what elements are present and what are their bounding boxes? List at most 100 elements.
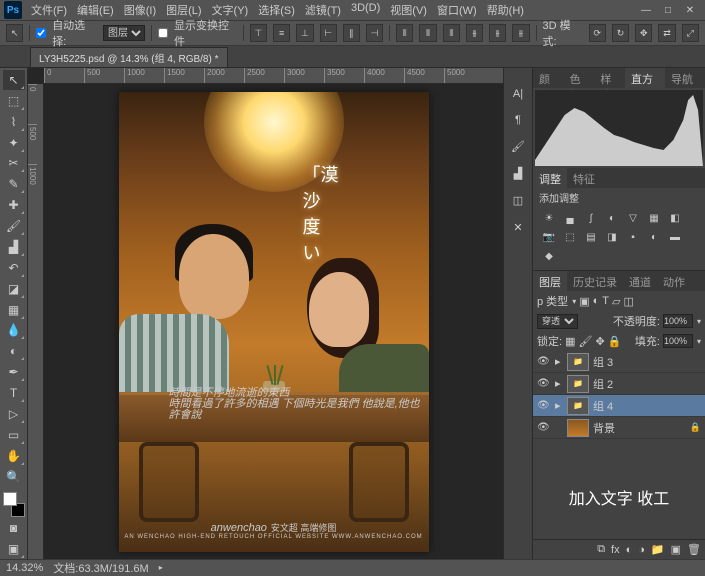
crop-tool-icon[interactable]: ✂ (3, 154, 25, 174)
tab-layers[interactable]: 图层 (533, 271, 567, 291)
brush-tool-icon[interactable]: 🖌 (3, 216, 25, 236)
fill-input[interactable] (663, 334, 693, 348)
layer-row[interactable]: 👁 ▸ 📁 组 2 (533, 373, 705, 395)
3d-slide-icon[interactable]: ⇄ (658, 24, 675, 42)
align-vcenter-icon[interactable]: ≡ (273, 24, 290, 42)
magic-wand-tool-icon[interactable]: ✦ (3, 133, 25, 153)
document-tab[interactable]: LY3H5225.psd @ 14.3% (组 4, RGB/8) * (30, 47, 228, 67)
maximize-icon[interactable]: □ (661, 3, 675, 17)
auto-select-target[interactable]: 图层 (103, 25, 145, 41)
new-group-icon[interactable]: 📁 (651, 543, 665, 556)
quickmask-icon[interactable]: ◙ (3, 518, 25, 538)
adj-hue-icon[interactable]: ▦ (646, 211, 662, 225)
lock-transparent-icon[interactable]: ▦ (565, 335, 575, 348)
new-layer-icon[interactable]: ▣ (671, 543, 681, 556)
menu-window[interactable]: 窗口(W) (434, 0, 480, 20)
clone-panel-icon[interactable]: ▟ (514, 167, 522, 180)
auto-select-checkbox[interactable] (36, 28, 46, 38)
adj-gradient-map-icon[interactable]: ▬ (667, 230, 683, 244)
layer-name[interactable]: 背景 (593, 420, 615, 436)
tab-navigator[interactable]: 导航器 (665, 68, 705, 88)
minimize-icon[interactable]: — (639, 3, 653, 17)
canvas[interactable]: 0500100015002000250030003500400045005000… (28, 68, 503, 559)
dodge-tool-icon[interactable]: ◐ (3, 341, 25, 361)
menu-filter[interactable]: 滤镜(T) (302, 0, 344, 20)
adj-levels-icon[interactable]: ▄ (562, 211, 578, 225)
zoom-tool-icon[interactable]: 🔍 (3, 467, 25, 487)
layer-fx-icon[interactable]: fx (611, 544, 620, 556)
stamp-tool-icon[interactable]: ▟ (3, 237, 25, 257)
filter-pixel-icon[interactable]: ▣ (579, 295, 589, 308)
close-icon[interactable]: ✕ (683, 3, 697, 17)
adj-channel-mixer-icon[interactable]: ⬚ (562, 230, 578, 244)
adj-photo-filter-icon[interactable]: 📷 (541, 230, 557, 244)
menu-image[interactable]: 图像(I) (121, 0, 159, 20)
3d-scale-icon[interactable]: ⤢ (682, 24, 699, 42)
screenmode-icon[interactable]: ▣ (3, 539, 25, 559)
new-adjustment-icon[interactable]: ◑ (638, 544, 645, 556)
move-tool-icon[interactable]: ↖ (3, 70, 25, 90)
brush-panel-icon[interactable]: 🖌 (511, 140, 525, 153)
type-tool-icon[interactable]: T (3, 383, 25, 403)
tab-properties[interactable]: 特征 (567, 168, 601, 188)
layer-row[interactable]: 👁 ▸ 📁 组 4 (533, 395, 705, 417)
marquee-tool-icon[interactable]: ⬚ (3, 91, 25, 111)
adj-selective-icon[interactable]: ◆ (541, 249, 557, 263)
layer-row[interactable]: 👁 背景 🔒 (533, 417, 705, 439)
adj-posterize-icon[interactable]: ▪ (625, 230, 641, 244)
filter-shape-icon[interactable]: ▱ (612, 295, 620, 308)
filter-smart-icon[interactable]: ◫ (623, 295, 633, 308)
gradient-tool-icon[interactable]: ▦ (3, 300, 25, 320)
distribute-left-icon[interactable]: ⫵ (466, 24, 483, 42)
paragraph-panel-icon[interactable]: ¶ (515, 114, 521, 126)
tab-actions[interactable]: 动作 (657, 271, 691, 291)
distribute-top-icon[interactable]: ⫴ (396, 24, 413, 42)
tab-channels[interactable]: 通道 (623, 271, 657, 291)
tab-swatches[interactable]: 色板 (564, 68, 595, 88)
lasso-tool-icon[interactable]: ⌇ (3, 112, 25, 132)
lock-pixels-icon[interactable]: 🖌 (578, 335, 592, 348)
adj-threshold-icon[interactable]: ◐ (646, 230, 662, 244)
menu-select[interactable]: 选择(S) (255, 0, 298, 20)
color-swatch[interactable] (3, 492, 25, 518)
adj-curves-icon[interactable]: ∫ (583, 211, 599, 225)
path-tool-icon[interactable]: ▷ (3, 404, 25, 424)
adj-lookup-icon[interactable]: ▤ (583, 230, 599, 244)
link-layers-icon[interactable]: ⧉ (597, 543, 605, 556)
tab-styles[interactable]: 样式 (594, 68, 625, 88)
info-panel-icon[interactable]: ✕ (513, 221, 522, 234)
layer-name[interactable]: 组 4 (593, 398, 613, 414)
hand-tool-icon[interactable]: ✋ (3, 446, 25, 466)
history-brush-tool-icon[interactable]: ↶ (3, 258, 25, 278)
adj-exposure-icon[interactable]: ◐ (604, 211, 620, 225)
filter-type-icon[interactable]: T (602, 295, 609, 307)
blend-mode-select[interactable]: 穿透 (537, 314, 578, 329)
filter-adj-icon[interactable]: ◐ (593, 295, 600, 307)
lock-all-icon[interactable]: 🔒 (608, 335, 622, 348)
move-tool-preset-icon[interactable]: ↖ (6, 24, 23, 42)
align-bottom-icon[interactable]: ⊥ (296, 24, 313, 42)
character-panel-icon[interactable]: A| (513, 88, 523, 100)
eraser-tool-icon[interactable]: ◪ (3, 279, 25, 299)
visibility-icon[interactable]: 👁 (537, 378, 551, 389)
3d-orbit-icon[interactable]: ⟳ (589, 24, 606, 42)
healing-tool-icon[interactable]: ✚ (3, 195, 25, 215)
distribute-right-icon[interactable]: ⫵ (512, 24, 529, 42)
tab-history[interactable]: 历史记录 (567, 271, 623, 291)
distribute-hcenter-icon[interactable]: ⫵ (489, 24, 506, 42)
zoom-level[interactable]: 14.32% (6, 562, 43, 574)
tab-adjustments[interactable]: 调整 (533, 168, 567, 188)
visibility-icon[interactable]: 👁 (537, 422, 551, 433)
distribute-vcenter-icon[interactable]: ⫴ (419, 24, 436, 42)
tab-histogram[interactable]: 直方图 (625, 68, 665, 88)
shape-tool-icon[interactable]: ▭ (3, 425, 25, 445)
layer-mask-icon[interactable]: ◐ (626, 544, 633, 556)
align-hcenter-icon[interactable]: ∥ (343, 24, 360, 42)
menu-view[interactable]: 视图(V) (387, 0, 430, 20)
adj-brightness-icon[interactable]: ☀ (541, 211, 557, 225)
doc-size[interactable]: 文档:63.3M/191.6M (53, 560, 148, 576)
distribute-bottom-icon[interactable]: ⫴ (443, 24, 460, 42)
tab-color[interactable]: 颜色 (533, 68, 564, 88)
swatches-panel-icon[interactable]: ◫ (513, 194, 523, 207)
adj-invert-icon[interactable]: ◨ (604, 230, 620, 244)
